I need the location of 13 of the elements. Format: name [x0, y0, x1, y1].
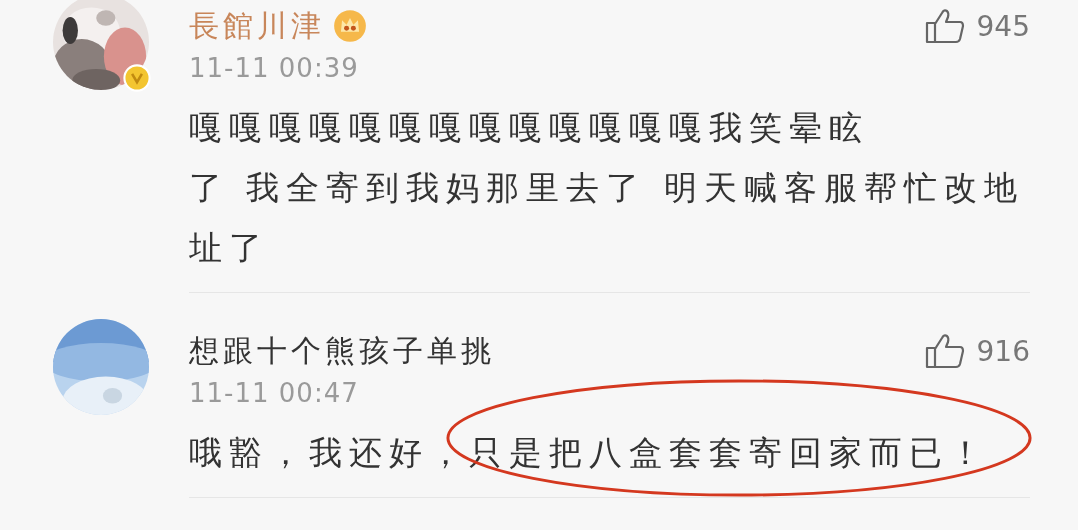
- comment-time: 11-11 00:39: [189, 52, 360, 85]
- thumbs-up-icon: [924, 333, 965, 369]
- comment-text: 只是把八盒套套寄回家而已！: [469, 432, 989, 474]
- comment-text: 了 我全寄到我妈那里去了 明天喊客服帮忙改地: [189, 167, 1024, 209]
- comment-text: 哦豁，我还好，: [189, 432, 469, 474]
- username[interactable]: 長館川津: [189, 4, 325, 48]
- username[interactable]: 想跟十个熊孩子单挑: [189, 329, 495, 373]
- comment-text: 嘎嘎嘎嘎嘎嘎嘎嘎嘎嘎嘎嘎嘎我笑晕眩: [189, 107, 869, 149]
- comment-text: 址了: [189, 227, 269, 269]
- like-button[interactable]: 945: [924, 8, 1030, 44]
- thumbs-up-icon: [924, 8, 965, 44]
- like-button[interactable]: 916: [924, 333, 1030, 369]
- comment-time: 11-11 00:47: [189, 377, 360, 410]
